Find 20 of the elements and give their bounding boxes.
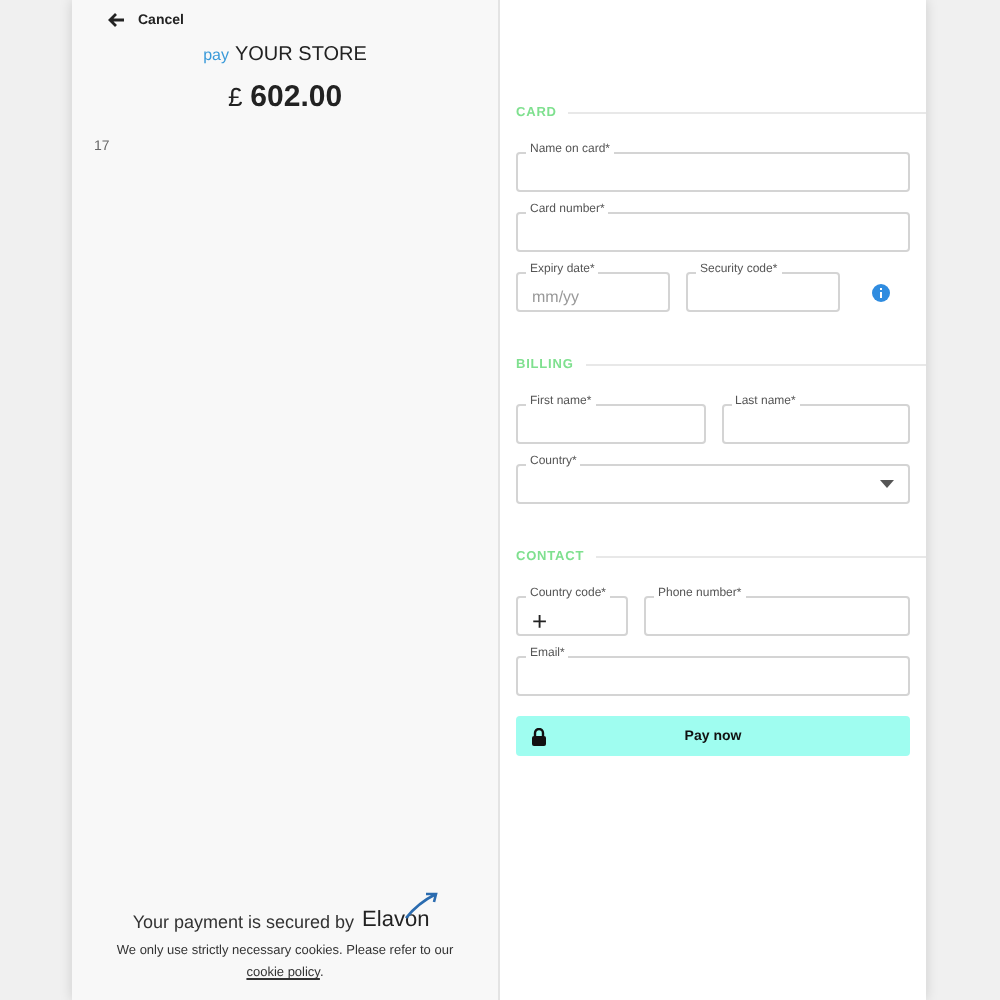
input-field[interactable]: +	[516, 596, 628, 636]
input-field[interactable]	[644, 596, 910, 636]
input-field[interactable]: mm/yy	[516, 272, 670, 312]
lock-icon	[532, 727, 546, 745]
info-icon[interactable]	[872, 283, 890, 301]
back-arrow-icon	[108, 12, 126, 28]
amount-value: 602.00	[250, 80, 343, 114]
input-field[interactable]	[516, 404, 705, 444]
currency-symbol: £	[227, 82, 243, 112]
secured-text: Your payment is secured by	[132, 911, 355, 932]
input-field[interactable]	[516, 212, 910, 252]
input-field[interactable]	[686, 272, 840, 312]
caret-icon	[880, 480, 894, 488]
input-field[interactable]	[721, 404, 910, 444]
elavon-logo: Elavon	[362, 891, 438, 932]
input-field[interactable]	[516, 152, 910, 192]
pay-label: pay	[203, 46, 229, 64]
input-field[interactable]	[516, 656, 910, 696]
country-select[interactable]	[516, 464, 910, 504]
store-name: YOUR STORE	[234, 44, 367, 66]
